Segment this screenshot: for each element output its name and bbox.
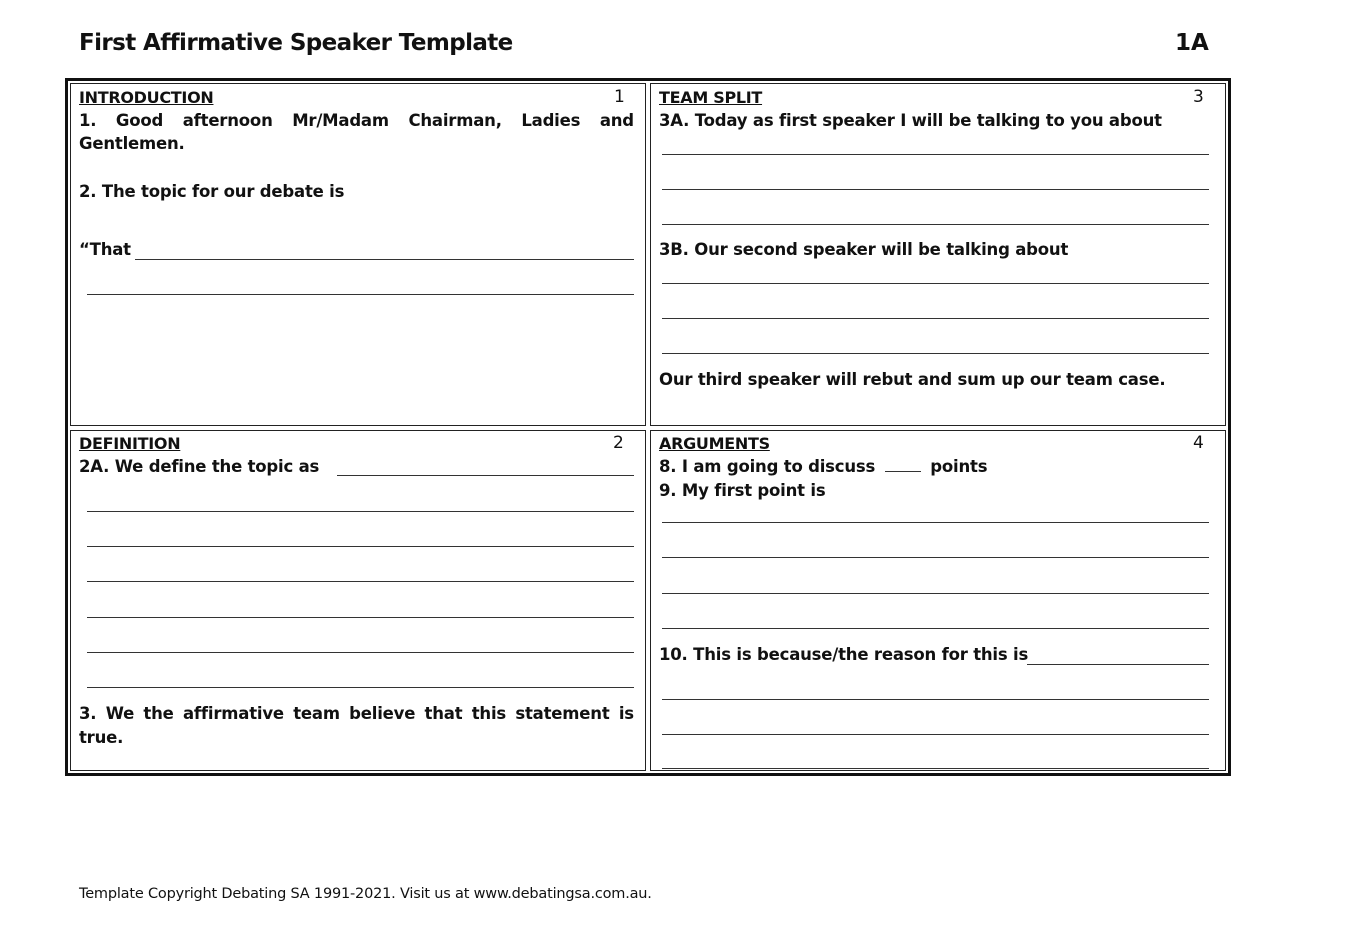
belief-word: this xyxy=(471,704,507,723)
section-number: 4 xyxy=(1193,433,1204,453)
belief-word: affirmative xyxy=(182,704,284,723)
page-code: 1A xyxy=(1175,30,1209,56)
points-count-line: 8. I am going to discuss points xyxy=(659,457,988,476)
second-speaker-write-line[interactable] xyxy=(662,353,1209,354)
reason-write-line[interactable] xyxy=(662,734,1209,735)
first-point-write-line[interactable] xyxy=(662,593,1209,594)
greeting-word: Mr/Madam xyxy=(292,111,389,130)
section-heading: DEFINITION xyxy=(79,434,181,453)
greeting-line-2: Gentlemen. xyxy=(79,134,185,153)
section-number: 1 xyxy=(614,87,625,107)
define-prompt: 2A. We define the topic as xyxy=(79,457,320,476)
points-suffix: points xyxy=(930,457,988,476)
reason-prompt: 10. This is because/the reason for this … xyxy=(659,645,1029,664)
third-speaker-statement: Our third speaker will rebut and sum up … xyxy=(659,370,1166,389)
points-count-blank[interactable] xyxy=(884,459,921,472)
page-title: First Affirmative Speaker Template xyxy=(79,30,513,56)
belief-word: We xyxy=(105,704,135,723)
belief-word: 3. xyxy=(79,704,97,723)
greeting-word: Ladies xyxy=(521,111,581,130)
belief-line: 3. We the affirmative team believe that … xyxy=(79,704,634,723)
first-speaker-write-line[interactable] xyxy=(662,189,1209,190)
greeting-word: and xyxy=(599,111,634,130)
second-speaker-prompt: 3B. Our second speaker will be talking a… xyxy=(659,240,1069,259)
belief-word: believe xyxy=(349,704,416,723)
introduction-section: INTRODUCTION 1 1. Good afternoon Mr/Mada… xyxy=(70,83,646,426)
section-heading: ARGUMENTS xyxy=(659,434,770,453)
greeting-word: 1. xyxy=(79,111,97,130)
section-number: 2 xyxy=(613,433,624,453)
second-speaker-write-line[interactable] xyxy=(662,283,1209,284)
belief-word: that xyxy=(424,704,463,723)
definition-section: DEFINITION 2 2A. We define the topic as … xyxy=(70,430,646,771)
section-heading: INTRODUCTION xyxy=(79,88,214,107)
section-heading: TEAM SPLIT xyxy=(659,88,763,107)
template-frame: INTRODUCTION 1 1. Good afternoon Mr/Mada… xyxy=(65,78,1231,776)
belief-word: statement xyxy=(515,704,610,723)
first-speaker-prompt: 3A. Today as first speaker I will be tal… xyxy=(659,111,1162,130)
topic-write-line[interactable] xyxy=(87,294,634,295)
first-speaker-write-line[interactable] xyxy=(662,154,1209,155)
belief-line-2: true. xyxy=(79,728,124,747)
first-point-write-line[interactable] xyxy=(662,522,1209,523)
greeting-word: Good xyxy=(115,111,164,130)
definition-write-line[interactable] xyxy=(87,617,634,618)
topic-write-line[interactable] xyxy=(135,259,634,260)
that-prefix: “That xyxy=(79,240,131,259)
definition-write-line[interactable] xyxy=(87,581,634,582)
belief-word: is xyxy=(618,704,634,723)
arguments-section: ARGUMENTS 4 8. I am going to discuss poi… xyxy=(650,430,1226,771)
first-point-write-line[interactable] xyxy=(662,557,1209,558)
reason-write-line[interactable] xyxy=(662,699,1209,700)
definition-write-line[interactable] xyxy=(87,546,634,547)
greeting-word: Chairman, xyxy=(408,111,502,130)
belief-word: the xyxy=(143,704,174,723)
team-split-section: TEAM SPLIT 3 3A. Today as first speaker … xyxy=(650,83,1226,426)
second-speaker-write-line[interactable] xyxy=(662,318,1209,319)
reason-write-line[interactable] xyxy=(1027,664,1209,665)
first-point-prompt: 9. My first point is xyxy=(659,481,826,500)
copyright-footer: Template Copyright Debating SA 1991-2021… xyxy=(79,886,652,902)
greeting-line: 1. Good afternoon Mr/Madam Chairman, Lad… xyxy=(79,111,634,130)
topic-prompt: 2. The topic for our debate is xyxy=(79,182,345,201)
first-point-write-line[interactable] xyxy=(662,628,1209,629)
definition-write-line[interactable] xyxy=(87,511,634,512)
definition-write-line[interactable] xyxy=(87,652,634,653)
greeting-word: afternoon xyxy=(182,111,273,130)
belief-word: team xyxy=(293,704,340,723)
definition-write-line[interactable] xyxy=(87,687,634,688)
section-number: 3 xyxy=(1193,87,1204,107)
points-prefix: 8. I am going to discuss xyxy=(659,457,876,476)
definition-write-line[interactable] xyxy=(337,475,634,476)
reason-write-line[interactable] xyxy=(662,768,1209,769)
first-speaker-write-line[interactable] xyxy=(662,224,1209,225)
